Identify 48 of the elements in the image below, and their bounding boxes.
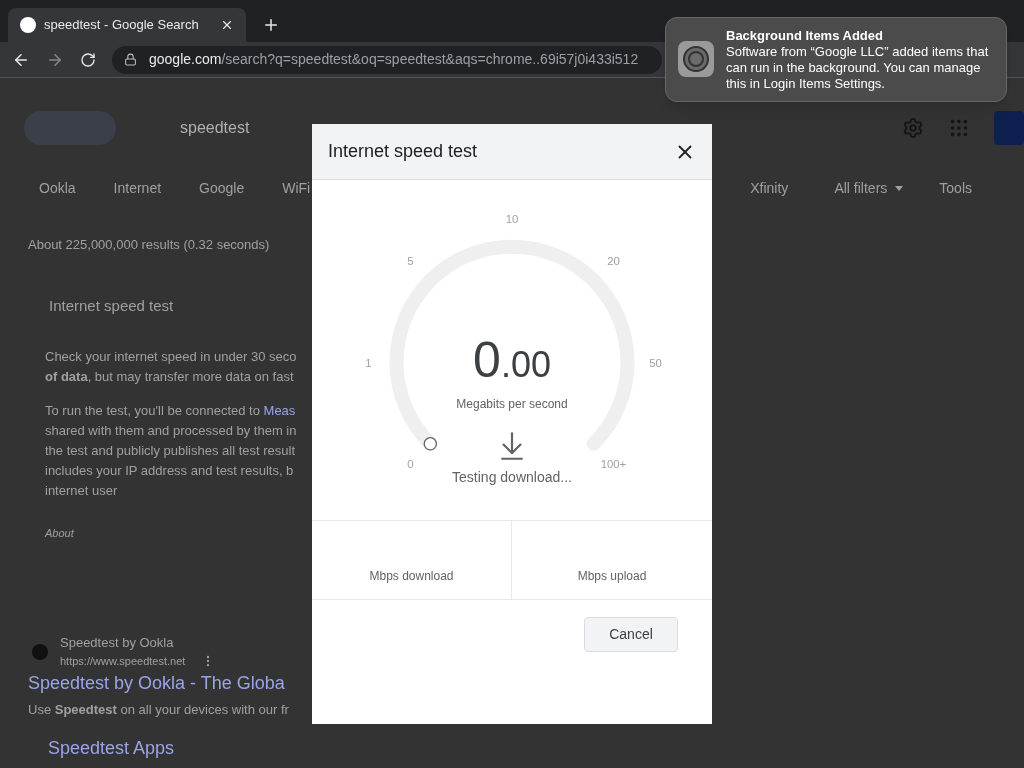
test-status: Testing download... [452,468,572,487]
dialog-title: Internet speed test [328,140,478,163]
new-tab-icon[interactable] [262,16,280,34]
caret-icon [895,185,904,191]
speed-unit: Megabits per second [456,396,568,413]
cancel-button[interactable]: Cancel [584,617,678,652]
notification-title: Background Items Added [726,28,884,44]
notification-toast[interactable]: Background Items Added Software from “Google LLC” added items that can run in the background. You can manage this in Login Items Settings. [665,17,1007,102]
site-favicon-icon [32,643,48,660]
reload-icon[interactable] [80,51,96,68]
all-filters-button[interactable]: All filters [834,177,904,199]
feature-description: Check your internet speed in under 30 seco of data, but may transfer more data on fast [45,348,297,386]
result-snippet: Use Speedtest on all your devices with our fr [28,700,289,719]
lock-icon [124,53,137,66]
gauge-tick-label: 5 [407,255,414,268]
measurement-link[interactable]: Meas [263,403,296,418]
site-name: Speedtest by Ookla [60,633,175,652]
filter-chip[interactable]: Google [199,177,245,199]
filter-chip[interactable]: Internet [113,177,162,199]
gauge-tick-label: 10 [505,213,519,225]
address-bar[interactable]: google.com/search?q=speedtest&oq=speedtest&aqs=chrome..69i57j0i433i512 [112,45,662,74]
about-link[interactable]: About [0,525,74,542]
feature-description: To run the test, you'll be connected to Meas shared with them and processed by them in the test and publicly publishes all test result includes your IP address and test results, b internet user [45,402,297,500]
speed-value: 0.00 [473,335,551,385]
filter-chip[interactable]: Ookla [39,177,76,199]
tab-title: speedtest - Google Search [44,16,200,35]
filter-chip[interactable]: WiFi [282,177,311,199]
gauge-tick-label: 100+ [600,457,627,470]
result-stats: About 225,000,000 results (0.32 seconds) [27,236,270,254]
notification-body: Software from “Google LLC” added items that can run in the background. You can manage this in Login Items Settings. [726,44,990,92]
gauge-needle [423,437,438,451]
gauge-tick-label: 20 [607,255,620,268]
browser-tab[interactable]: speedtest - Google Search [8,8,246,42]
url-text: google.com/search?q=speedtest&oq=speedtest&aqs=chrome..69i57j0i433i512 [149,50,639,69]
feature-title: Internet speed test [48,295,174,316]
gauge-tick-label: 1 [365,356,372,369]
result-label: Mbps upload [577,568,647,585]
system-settings-icon [678,41,714,77]
sitelink[interactable]: Speedtest Apps [48,735,175,762]
search-query: speedtest [180,118,250,138]
result-label: Mbps download [369,568,454,585]
tools-button[interactable]: Tools [939,177,972,199]
gauge-tick-label: 50 [649,356,662,369]
site-url: https://www.speedtest.net [60,653,186,669]
gauge-tick-label: 0 [407,457,414,470]
close-icon[interactable] [220,18,234,32]
filter-chip[interactable]: Xfinity [750,177,789,199]
result-title-link[interactable]: Speedtest by Ookla - The Globa [28,669,285,696]
